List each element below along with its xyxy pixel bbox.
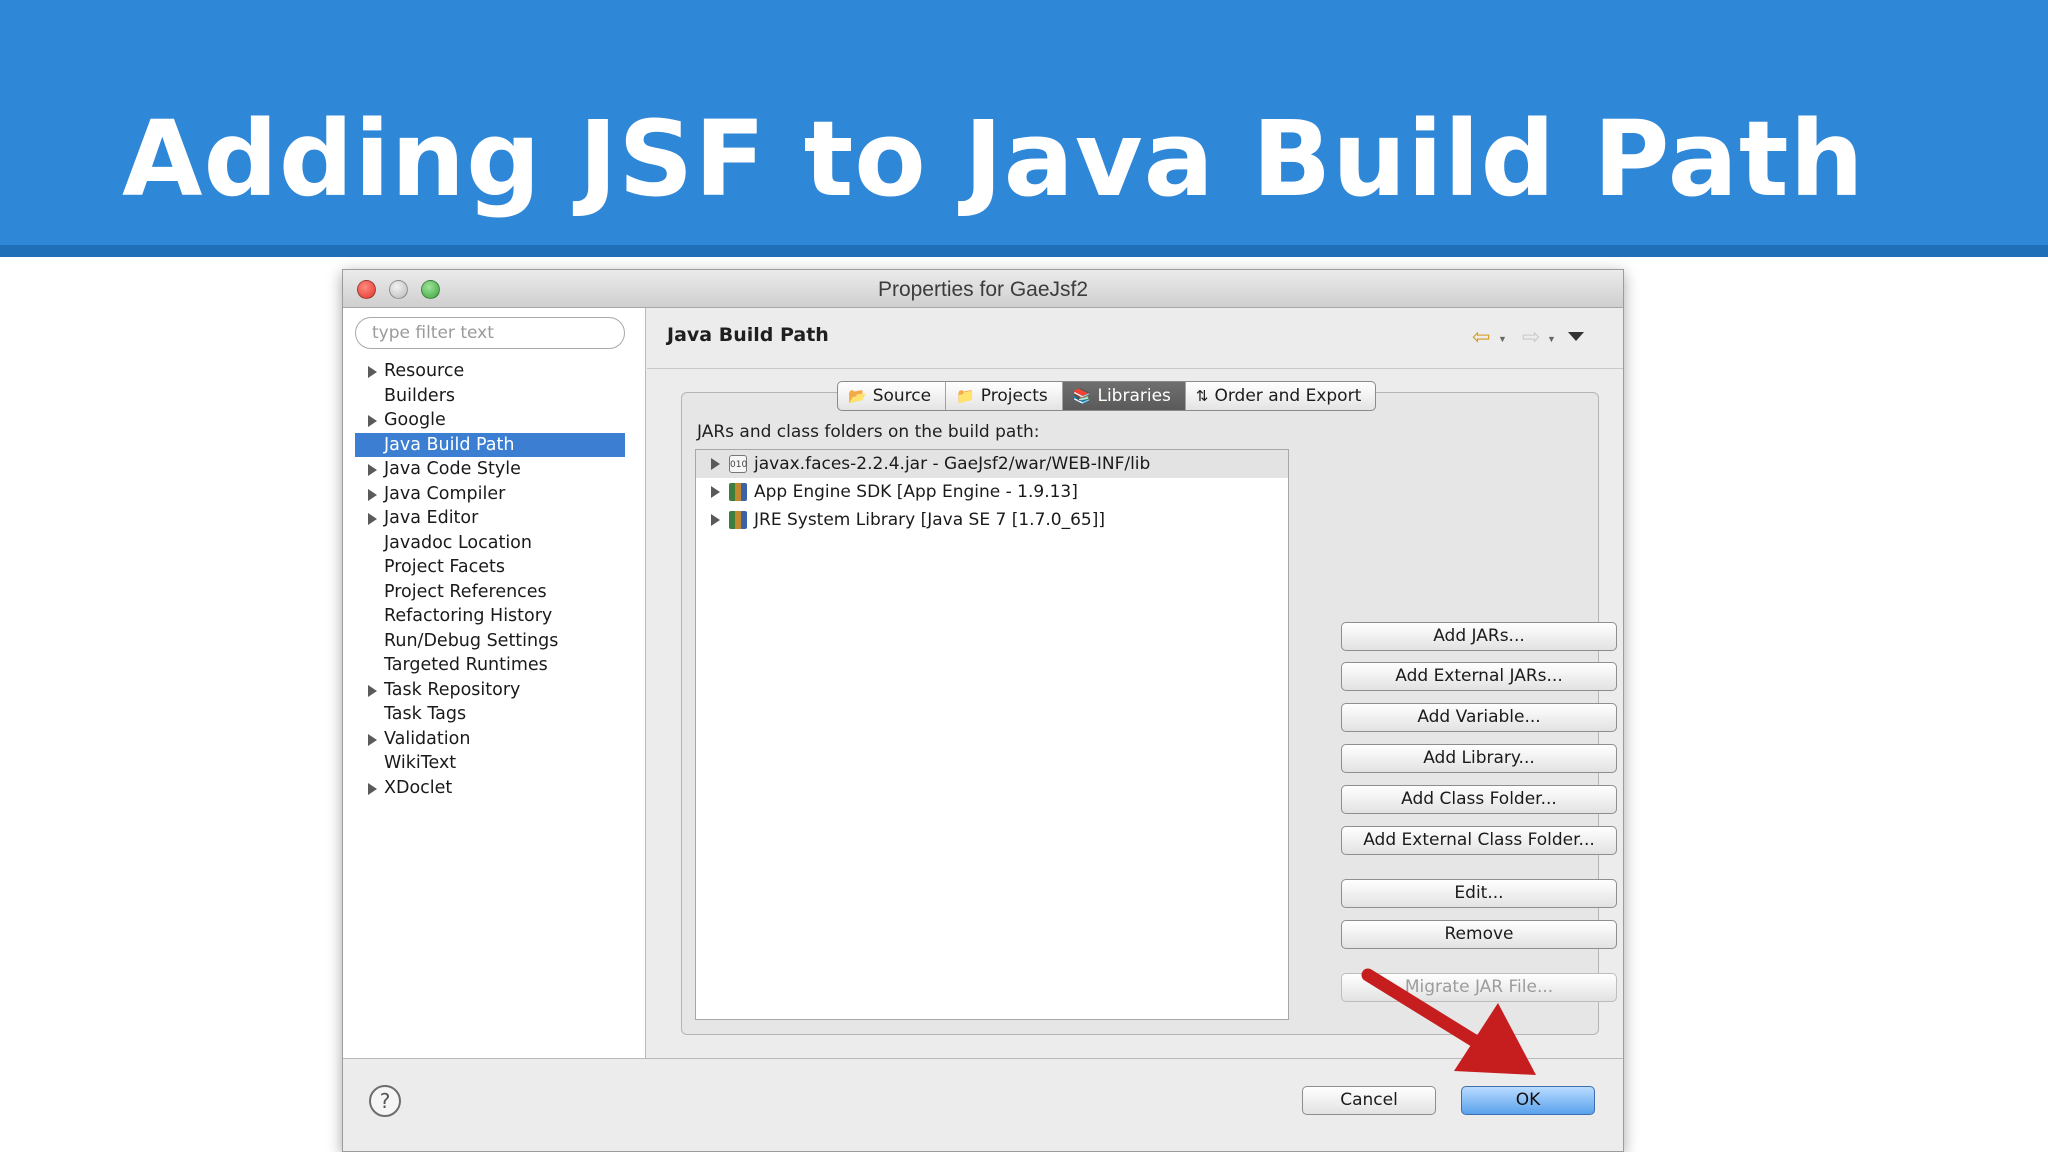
expand-triangle-icon[interactable]	[711, 458, 720, 470]
tree-item-label: Resource	[384, 361, 465, 381]
tree-item[interactable]: Java Compiler	[355, 482, 625, 507]
tab-label: Source	[872, 386, 932, 406]
projects-folder-icon: 📁	[956, 387, 975, 405]
tree-item[interactable]: Javadoc Location	[355, 531, 625, 556]
expand-triangle-icon[interactable]	[368, 464, 377, 476]
tree-item[interactable]: Java Code Style	[355, 457, 625, 482]
tree-item-label: Task Tags	[384, 704, 467, 724]
page-header-divider	[647, 368, 1623, 369]
tree-item[interactable]: Targeted Runtimes	[355, 653, 625, 678]
library-icon	[729, 511, 747, 529]
tree-item[interactable]: Builders	[355, 384, 625, 409]
add-external-class-folder-button[interactable]: Add External Class Folder...	[1341, 826, 1617, 855]
tree-item[interactable]: WikiText	[355, 751, 625, 776]
help-icon[interactable]: ?	[369, 1085, 401, 1117]
edit-button[interactable]: Edit...	[1341, 879, 1617, 908]
expand-triangle-icon[interactable]	[368, 488, 377, 501]
expand-triangle-icon[interactable]	[368, 415, 377, 427]
build-path-tabs: 📂 Source 📁 Projects 📚 Libraries ⇅ Order and Exp…	[837, 381, 1377, 411]
ok-button[interactable]: OK	[1461, 1086, 1595, 1115]
add-class-folder-button[interactable]: Add Class Folder...	[1341, 785, 1617, 814]
tree-item[interactable]: Task Tags	[355, 702, 625, 727]
expand-triangle-icon[interactable]	[368, 733, 377, 746]
add-variable-button[interactable]: Add Variable...	[1341, 703, 1617, 732]
slide-header-rule	[0, 245, 2048, 257]
tree-item-label: XDoclet	[384, 777, 453, 798]
back-history-dropdown-icon[interactable]: ▼	[1498, 334, 1507, 344]
view-menu-icon[interactable]	[1568, 332, 1584, 341]
source-folder-icon: 📂	[848, 387, 867, 405]
tab-label: Order and Export	[1214, 386, 1362, 406]
tree-item-label: Java Code Style	[384, 459, 521, 479]
tree-item-label: Java Editor	[384, 508, 479, 528]
jar-icon: 010	[729, 455, 747, 473]
tree-item-label: Validation	[384, 728, 471, 749]
tree-item-label: WikiText	[384, 753, 457, 773]
library-item-label: javax.faces-2.2.4.jar - GaeJsf2/war/WEB-…	[754, 454, 1151, 474]
tree-item[interactable]: Validation	[355, 727, 625, 752]
tree-item-label: Google	[384, 410, 446, 430]
library-item-label: JRE System Library [Java SE 7 [1.7.0_65]…	[754, 510, 1105, 530]
expand-triangle-icon[interactable]	[711, 486, 720, 498]
tree-item[interactable]: Run/Debug Settings	[355, 629, 625, 654]
cancel-button[interactable]: Cancel	[1302, 1086, 1436, 1115]
libraries-list[interactable]: 010 javax.faces-2.2.4.jar - GaeJsf2/war/W…	[695, 449, 1289, 1020]
annotation-arrow-shaft	[1361, 968, 1485, 1050]
library-item-label: App Engine SDK [App Engine - 1.9.13]	[754, 482, 1078, 502]
tab-libraries[interactable]: 📚 Libraries	[1062, 382, 1186, 410]
tree-item[interactable]: Project References	[355, 580, 625, 605]
property-pages-pane: Resource Builders Google Java Build Path Jav…	[343, 308, 646, 1058]
forward-arrow-icon[interactable]: ⇨	[1522, 326, 1540, 348]
tree-item[interactable]: XDoclet	[355, 776, 625, 801]
property-pages-tree: Resource Builders Google Java Build Path Jav…	[355, 359, 625, 800]
library-icon	[729, 483, 747, 501]
tab-label: Libraries	[1097, 386, 1171, 406]
slide-title: Adding JSF to Java Build Path	[122, 98, 1865, 220]
tree-item-label: Targeted Runtimes	[384, 655, 548, 675]
tree-item[interactable]: Java Build Path	[355, 432, 625, 457]
tree-item-label: Project Facets	[384, 557, 505, 577]
expand-triangle-icon[interactable]	[368, 366, 377, 378]
dialog-titlebar: Properties for GaeJsf2	[343, 270, 1623, 308]
library-item[interactable]: 010 javax.faces-2.2.4.jar - GaeJsf2/war/W…	[696, 450, 1288, 478]
add-library-button[interactable]: Add Library...	[1341, 744, 1617, 773]
tree-item-label: Task Repository	[384, 679, 521, 700]
dialog-title: Properties for GaeJsf2	[877, 278, 1089, 301]
tree-item-label: Refactoring History	[384, 606, 553, 626]
library-item[interactable]: JRE System Library [Java SE 7 [1.7.0_65]…	[696, 506, 1288, 534]
tree-item[interactable]: Refactoring History	[355, 604, 625, 629]
forward-history-dropdown-icon[interactable]: ▼	[1547, 334, 1556, 344]
tree-item-label: Run/Debug Settings	[384, 630, 559, 651]
add-external-jars-button[interactable]: Add External JARs...	[1341, 662, 1617, 691]
tree-item-label: Javadoc Location	[384, 532, 532, 553]
library-item[interactable]: App Engine SDK [App Engine - 1.9.13]	[696, 478, 1288, 506]
tree-item[interactable]: Project Facets	[355, 555, 625, 580]
tree-item-label: Java Compiler	[384, 483, 506, 504]
tab-label: Projects	[980, 386, 1048, 406]
tree-item[interactable]: Java Editor	[355, 506, 625, 531]
libraries-label: JARs and class folders on the build path…	[697, 422, 1040, 442]
back-arrow-icon[interactable]: ⇦	[1472, 326, 1490, 348]
tab-projects[interactable]: 📁 Projects	[946, 382, 1063, 410]
libraries-icon: 📚	[1072, 387, 1092, 405]
page-title: Java Build Path	[667, 324, 829, 346]
tree-item[interactable]: Google	[355, 408, 625, 433]
add-jars-button[interactable]: Add JARs...	[1341, 622, 1617, 651]
tab-source[interactable]: 📂 Source	[838, 382, 947, 410]
expand-triangle-icon[interactable]	[711, 514, 720, 526]
remove-button[interactable]: Remove	[1341, 920, 1617, 949]
tree-item-label: Project References	[384, 581, 547, 602]
expand-triangle-icon[interactable]	[368, 513, 377, 525]
expand-triangle-icon[interactable]	[368, 684, 377, 697]
filter-input[interactable]	[355, 317, 625, 349]
order-export-icon: ⇅	[1195, 387, 1209, 405]
tree-item[interactable]: Task Repository	[355, 678, 625, 703]
tab-order-and-export[interactable]: ⇅ Order and Export	[1186, 382, 1375, 410]
tree-item[interactable]: Resource	[355, 359, 625, 384]
annotation-arrow-icon	[1361, 968, 1536, 1075]
tree-item-label: Builders	[384, 385, 456, 406]
expand-triangle-icon[interactable]	[368, 782, 377, 795]
tree-item-label: Java Build Path	[384, 434, 515, 455]
